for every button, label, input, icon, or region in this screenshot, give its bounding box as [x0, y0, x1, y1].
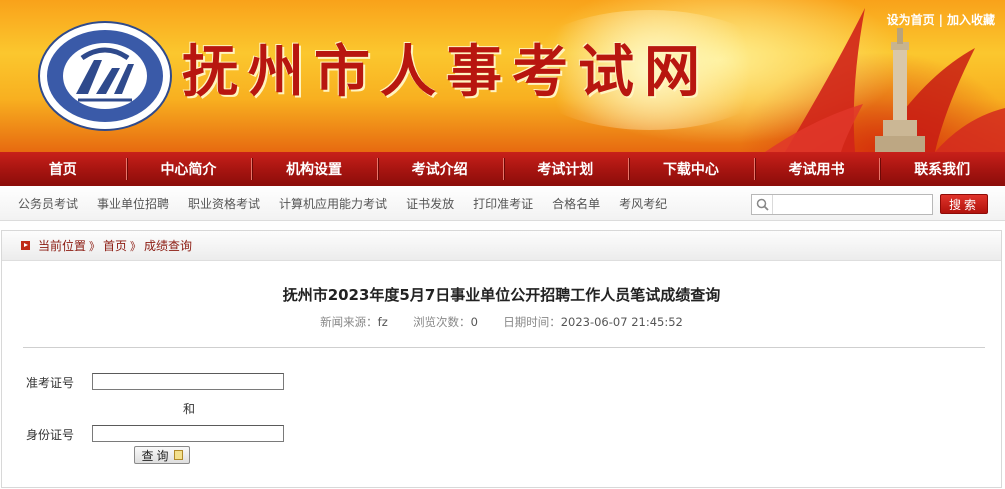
content-frame: 当前位置 》 首页 》 成绩查询 抚州市2023年度5月7日事业单位公开招聘工作…	[1, 230, 1002, 488]
date-value: 2023-06-07 21:45:52	[560, 315, 683, 329]
subnav-civil-service[interactable]: 公务员考试	[18, 195, 78, 212]
id-number-input[interactable]	[92, 425, 284, 442]
sub-nav-links: 公务员考试 事业单位招聘 职业资格考试 计算机应用能力考试 证书发放 打印准考证…	[18, 186, 686, 220]
divider	[23, 347, 985, 348]
subnav-public-institution[interactable]: 事业单位招聘	[97, 195, 169, 212]
search-box	[751, 194, 933, 215]
id-number-label: 身份证号	[26, 428, 75, 442]
ticket-number-label: 准考证号	[26, 376, 75, 390]
nav-organization[interactable]: 机构设置	[251, 152, 377, 186]
site-logo[interactable]	[36, 20, 174, 132]
nav-exam-books[interactable]: 考试用书	[753, 152, 880, 186]
header-banner: 抚州市人事考试网 设为首页 | 加入收藏	[0, 0, 1005, 152]
subnav-certificates[interactable]: 证书发放	[406, 195, 454, 212]
subnav-exam-discipline[interactable]: 考风考纪	[619, 195, 667, 212]
subnav-computer-skills[interactable]: 计算机应用能力考试	[279, 195, 387, 212]
document-icon	[173, 450, 183, 460]
breadcrumb-home[interactable]: 首页	[103, 237, 127, 254]
breadcrumb-label: 当前位置	[38, 239, 87, 253]
source-value: fz	[377, 315, 388, 329]
search-input[interactable]	[773, 196, 931, 213]
main-nav: 首页 中心简介 机构设置 考试介绍 考试计划 下载中心 考试用书 联系我们	[0, 152, 1005, 186]
views-label: 浏览次数：	[413, 315, 471, 329]
subnav-print-admission[interactable]: 打印准考证	[473, 195, 533, 212]
nav-downloads[interactable]: 下载中心	[628, 152, 754, 186]
breadcrumb-bullet-icon	[21, 241, 30, 250]
breadcrumb: 当前位置 》 首页 》 成绩查询	[2, 231, 1001, 261]
article-meta: 新闻来源：fz 浏览次数：0 日期时间：2023-06-07 21:45:52	[2, 314, 1001, 330]
search-icon	[752, 195, 773, 214]
query-button[interactable]: 查询	[134, 446, 190, 464]
subnav-professional-qualification[interactable]: 职业资格考试	[188, 195, 260, 212]
page: 抚州市人事考试网 设为首页 | 加入收藏 首页 中心简介 机构设置 考试介绍 考试计…	[0, 0, 1005, 489]
nav-about[interactable]: 中心简介	[125, 152, 252, 186]
date-label: 日期时间：	[503, 315, 561, 329]
nav-contact[interactable]: 联系我们	[879, 152, 1005, 186]
subnav-passed-list[interactable]: 合格名单	[552, 195, 600, 212]
nav-home[interactable]: 首页	[0, 152, 126, 186]
views-value: 0	[470, 315, 478, 329]
breadcrumb-arrow: 》	[130, 239, 142, 253]
source-label: 新闻来源：	[320, 315, 378, 329]
nav-exam-plan[interactable]: 考试计划	[502, 152, 629, 186]
nav-exam-intro[interactable]: 考试介绍	[376, 152, 503, 186]
breadcrumb-arrow: 》	[89, 239, 101, 253]
query-button-label: 查询	[141, 448, 172, 463]
monument-illustration	[765, 8, 1005, 152]
breadcrumb-current: 成绩查询	[144, 239, 193, 253]
article-title: 抚州市2023年度5月7日事业单位公开招聘工作人员笔试成绩查询	[282, 286, 721, 304]
search-button[interactable]: 搜索	[940, 194, 988, 214]
and-text: 和	[183, 402, 196, 416]
site-title: 抚州市人事考试网	[182, 39, 710, 105]
ticket-number-input[interactable]	[92, 373, 284, 390]
